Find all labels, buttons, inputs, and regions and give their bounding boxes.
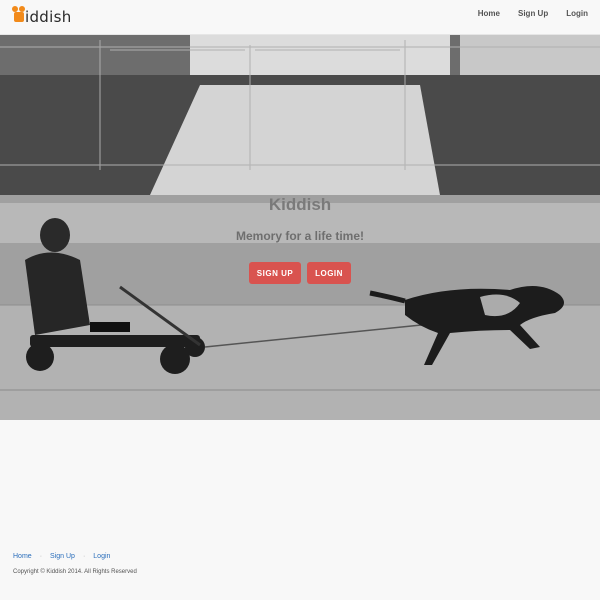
copyright-text: Copyright © Kiddish 2014. All Rights Res…: [13, 569, 137, 575]
footer-separator: ·: [82, 553, 86, 560]
login-button[interactable]: LOGIN: [307, 262, 351, 284]
brand-logo[interactable]: iddish: [12, 6, 72, 28]
signup-button[interactable]: SIGN UP: [249, 262, 301, 284]
footer: Home · Sign Up · Login Copyright © Kiddi…: [13, 553, 137, 575]
hero-title: Kiddish: [268, 195, 332, 214]
hero-section: Kiddish Memory for a life time! SIGN UP …: [0, 35, 600, 420]
hero-subtitle: Memory for a life time!: [235, 229, 365, 243]
brand-logo-text: iddish: [25, 8, 72, 26]
logo-icon: [12, 6, 25, 22]
hero-content: Kiddish Memory for a life time! SIGN UP …: [0, 195, 600, 284]
top-navbar: iddish Home Sign Up Login: [0, 0, 600, 35]
nav-login-link[interactable]: Login: [566, 9, 588, 18]
nav-home-link[interactable]: Home: [478, 9, 500, 18]
footer-links: Home · Sign Up · Login: [13, 553, 137, 560]
nav-links: Home Sign Up Login: [478, 9, 588, 18]
footer-signup-link[interactable]: Sign Up: [50, 553, 75, 560]
footer-login-link[interactable]: Login: [93, 553, 110, 560]
hero-buttons: SIGN UP LOGIN: [0, 262, 600, 284]
footer-home-link[interactable]: Home: [13, 553, 32, 560]
footer-separator: ·: [39, 553, 43, 560]
nav-signup-link[interactable]: Sign Up: [518, 9, 548, 18]
